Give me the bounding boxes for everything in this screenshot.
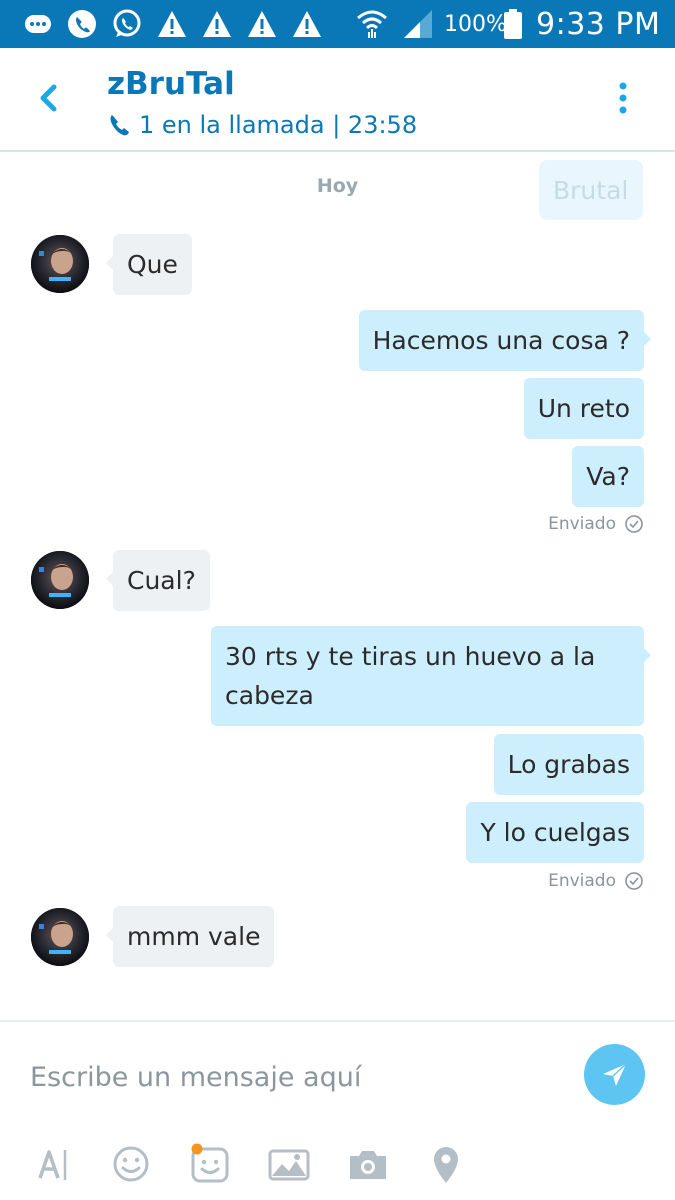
whatsapp-icon [113,9,141,37]
message-list[interactable]: Brutal Hoy Que Hacemos una cosa ? Un ret… [0,152,675,1020]
emoji-icon[interactable] [109,1142,153,1186]
more-options-button[interactable] [608,78,638,118]
message-bubble-outgoing[interactable]: Va? [572,446,644,507]
message-bubble-outgoing[interactable]: Lo grabas [493,734,644,795]
battery-percent: 100% [444,12,507,37]
message-bubble-incoming[interactable]: Que [106,234,192,295]
sent-label: Enviado [548,514,616,534]
message-bubble-outgoing[interactable]: Y lo cuelgas [466,802,644,863]
call-status-row[interactable]: 1 en la llamada | 23:58 [107,110,417,140]
send-button[interactable] [584,1044,645,1105]
back-button[interactable] [30,78,70,118]
chevron-left-icon [40,84,57,112]
status-time: 9:33 PM [536,7,661,42]
message-composer [0,1020,675,1200]
more-vertical-icon [619,82,627,114]
composer-toolbar [0,1142,675,1188]
battery-icon [504,9,522,39]
message-bubble-incoming[interactable]: mmm vale [105,906,275,967]
avatar[interactable] [31,908,89,966]
warning-icon [158,11,186,37]
messages-icon [25,15,51,33]
text-format-icon[interactable] [34,1142,78,1186]
sent-receipt: Enviado [548,869,644,893]
signal-icon [404,10,432,38]
camera-icon[interactable] [346,1142,390,1186]
message-bubble-outgoing[interactable]: 30 rts y te tiras un huevo a la cabeza [211,626,651,726]
sent-receipt: Enviado [548,512,644,536]
sent-label: Enviado [548,871,616,891]
media-bar-icon[interactable] [267,1142,311,1186]
status-bar: 100% 9:33 PM [0,0,675,48]
message-bubble-incoming[interactable]: Cual? [106,550,210,611]
avatar[interactable] [31,551,89,609]
location-icon[interactable] [424,1142,468,1186]
send-icon [603,1063,627,1086]
notification-dot [191,1143,203,1155]
message-bubble-outgoing[interactable]: Hacemos una cosa ? [358,310,652,371]
contact-name[interactable]: zBruTal [107,66,235,102]
warning-icon [203,11,231,37]
chat-header: zBruTal 1 en la llamada | 23:58 [0,48,675,152]
message-bubble-outgoing[interactable]: Un reto [523,378,644,439]
date-separator: Hoy [316,175,359,197]
warning-icon [293,11,321,37]
avatar[interactable] [31,235,89,293]
message-input[interactable] [30,1052,550,1102]
check-circle-icon [625,515,643,533]
phone-call-icon [68,10,96,38]
wifi-icon [357,10,387,38]
check-circle-icon [625,872,643,890]
warning-icon [248,11,276,37]
phone-icon [110,115,129,136]
moji-icon[interactable] [188,1142,232,1186]
call-status: 1 en la llamada | 23:58 [139,111,418,139]
